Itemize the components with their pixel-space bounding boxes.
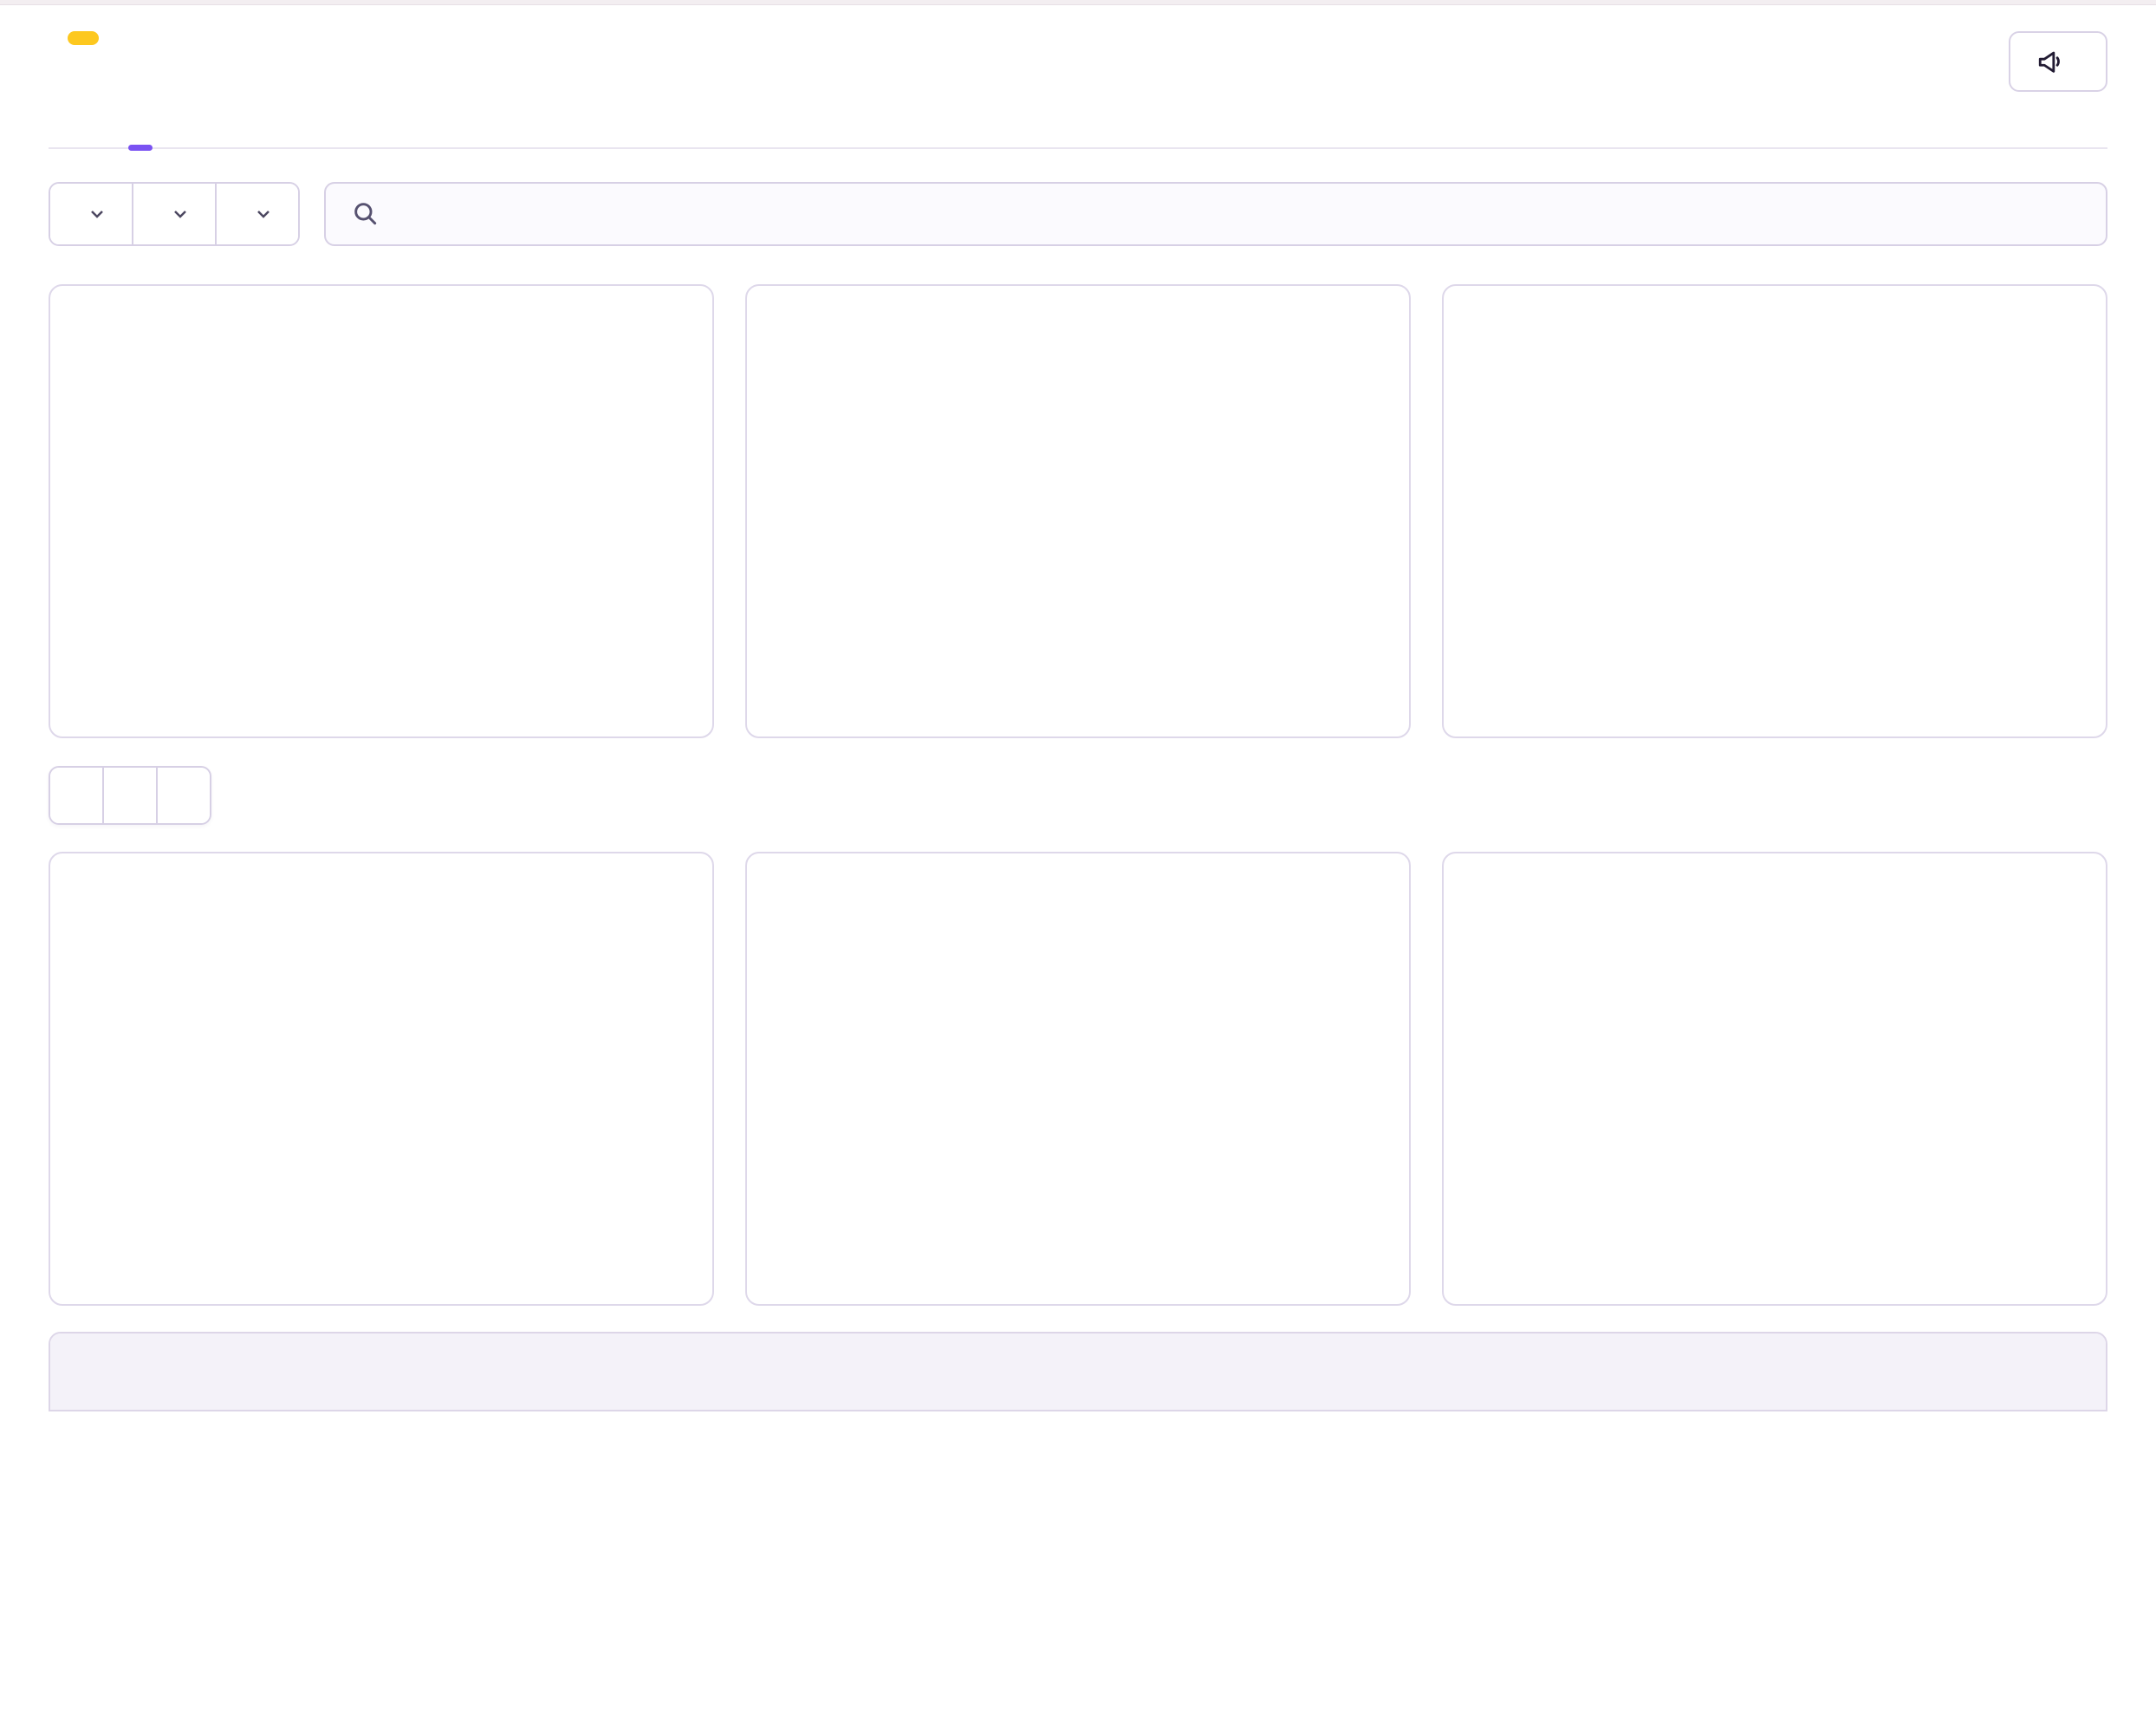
charts-row-1 (49, 284, 2107, 738)
give-feedback-button[interactable] (2009, 31, 2107, 92)
page (0, 5, 2156, 1411)
tab-resources[interactable] (104, 768, 158, 823)
daterange-dropdown[interactable] (217, 184, 298, 244)
chevron-down-icon (253, 204, 274, 224)
envs-dropdown[interactable] (133, 184, 217, 244)
tab-prompts[interactable] (158, 768, 210, 823)
filter-bar (49, 182, 2107, 246)
header (49, 5, 2107, 92)
slowest-tools-card (745, 852, 1411, 1306)
charts-row-2 (49, 852, 2107, 1306)
main-tabs (49, 127, 2107, 149)
chevron-down-icon (170, 204, 191, 224)
traffic-card (49, 284, 714, 738)
search-box (324, 182, 2107, 246)
search-icon (352, 200, 380, 228)
projects-dropdown[interactable] (50, 184, 133, 244)
tools-table-header (50, 1333, 2106, 1410)
most-used-tools-card (49, 852, 714, 1306)
filter-group (49, 182, 300, 246)
megaphone-icon (2036, 47, 2066, 76)
most-failing-tools-card (1442, 852, 2107, 1306)
brand (49, 31, 99, 45)
search-input[interactable] (395, 199, 2097, 229)
col-requests[interactable] (1049, 1359, 1309, 1385)
beta-badge (68, 31, 99, 45)
entity-tabs (49, 766, 211, 825)
transport-distribution-card (1442, 284, 2107, 738)
tools-table (49, 1332, 2107, 1411)
chevron-down-icon (87, 204, 107, 224)
traffic-by-client-card (745, 284, 1411, 738)
tab-tools[interactable] (50, 768, 104, 823)
